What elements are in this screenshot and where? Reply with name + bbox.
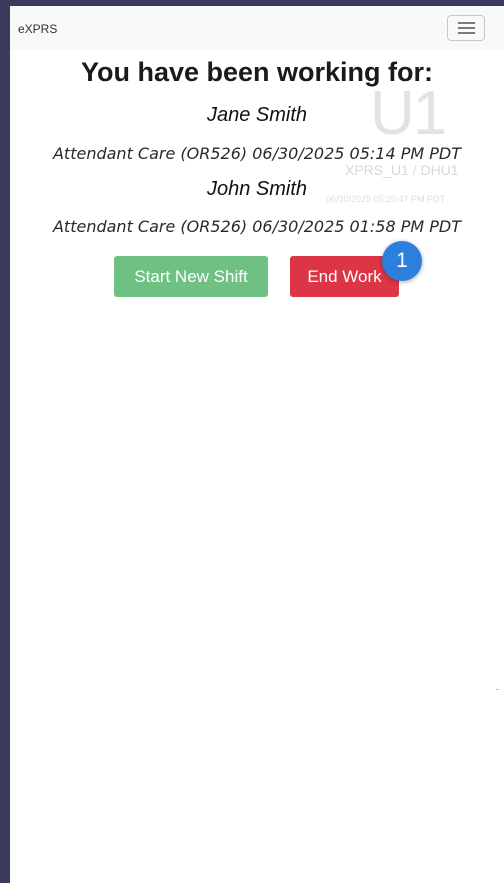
scroll-indicator: [496, 689, 499, 690]
brand-logo[interactable]: eXPRS: [18, 22, 57, 36]
app-frame: eXPRS U1 XPRS_U1 / DHU1 06/30/2025 05:20…: [0, 0, 504, 883]
client-name: Jane Smith: [206, 104, 308, 126]
client-service-detail: Attendant Care (OR526) 06/30/2025 01:58 …: [52, 217, 462, 236]
watermark-user-id: XPRS_U1 / DHU1: [345, 162, 459, 178]
navbar: eXPRS: [10, 6, 504, 50]
client-service-detail: Attendant Care (OR526) 06/30/2025 05:14 …: [52, 144, 462, 163]
page-title: You have been working for:: [80, 57, 434, 87]
start-new-shift-button[interactable]: Start New Shift: [114, 256, 268, 297]
menu-toggle-button[interactable]: [447, 15, 485, 41]
step-number-badge: 1: [382, 241, 422, 281]
client-name: John Smith: [206, 178, 308, 200]
